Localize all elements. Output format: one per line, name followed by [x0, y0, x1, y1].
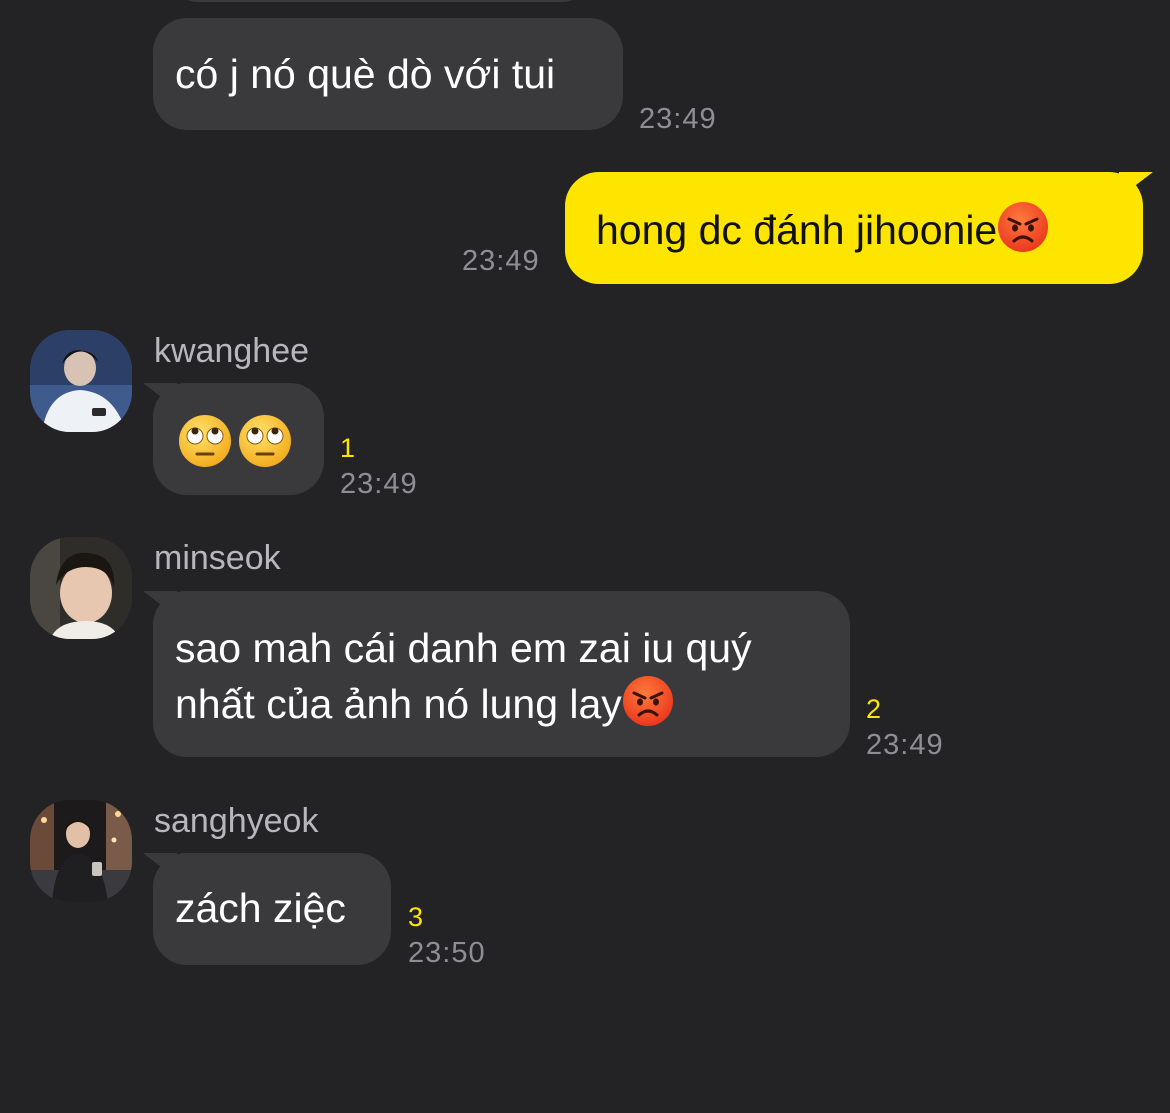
message-bubble[interactable]: [153, 383, 324, 495]
avatar-photo: [30, 537, 132, 639]
avatar-photo: [30, 800, 132, 902]
sender-name: kwanghee: [154, 332, 310, 370]
message-text: hong dc đánh jihoonie: [596, 207, 998, 253]
angry-face-emoji: [998, 202, 1049, 252]
message-timestamp: 23:50: [408, 937, 486, 969]
avatar-minseok[interactable]: [30, 537, 132, 639]
message-timestamp: 23:49: [340, 468, 418, 500]
face-with-rolling-eyes-emoji: [239, 415, 291, 468]
message-bubble[interactable]: sao mah cái danh em zai iu quý nhất của …: [153, 591, 850, 757]
message-text-line-2: nhất của ảnh nó lung lay: [175, 675, 850, 731]
message-timestamp: 23:49: [462, 245, 540, 277]
message-text: có j nó què dò với tui: [175, 51, 556, 97]
unread-count: 2: [866, 694, 882, 724]
avatar-sanghyeok[interactable]: [30, 800, 132, 902]
message-timestamp: 23:49: [866, 729, 944, 761]
sender-name: minseok: [154, 539, 281, 577]
message-bubble[interactable]: có j nó què dò với tui: [153, 18, 623, 130]
avatar-kwanghee[interactable]: [30, 330, 132, 432]
avatar-photo: [30, 330, 132, 432]
message-bubble[interactable]: zách ziệc: [153, 853, 391, 965]
message-text-line-1: sao mah cái danh em zai iu quý: [175, 625, 752, 671]
angry-face-emoji: [622, 676, 673, 726]
sender-name: sanghyeok: [154, 802, 319, 840]
face-with-rolling-eyes-emoji: [179, 415, 231, 468]
message-text: nhất của ảnh nó lung lay: [175, 681, 622, 727]
message-timestamp: 23:49: [639, 103, 717, 135]
previous-message-bubble: [175, 0, 585, 2]
message-text: zách ziệc: [175, 885, 346, 931]
unread-count: 1: [340, 433, 356, 463]
my-message-bubble[interactable]: hong dc đánh jihoonie: [565, 172, 1143, 284]
unread-count: 3: [408, 902, 424, 932]
